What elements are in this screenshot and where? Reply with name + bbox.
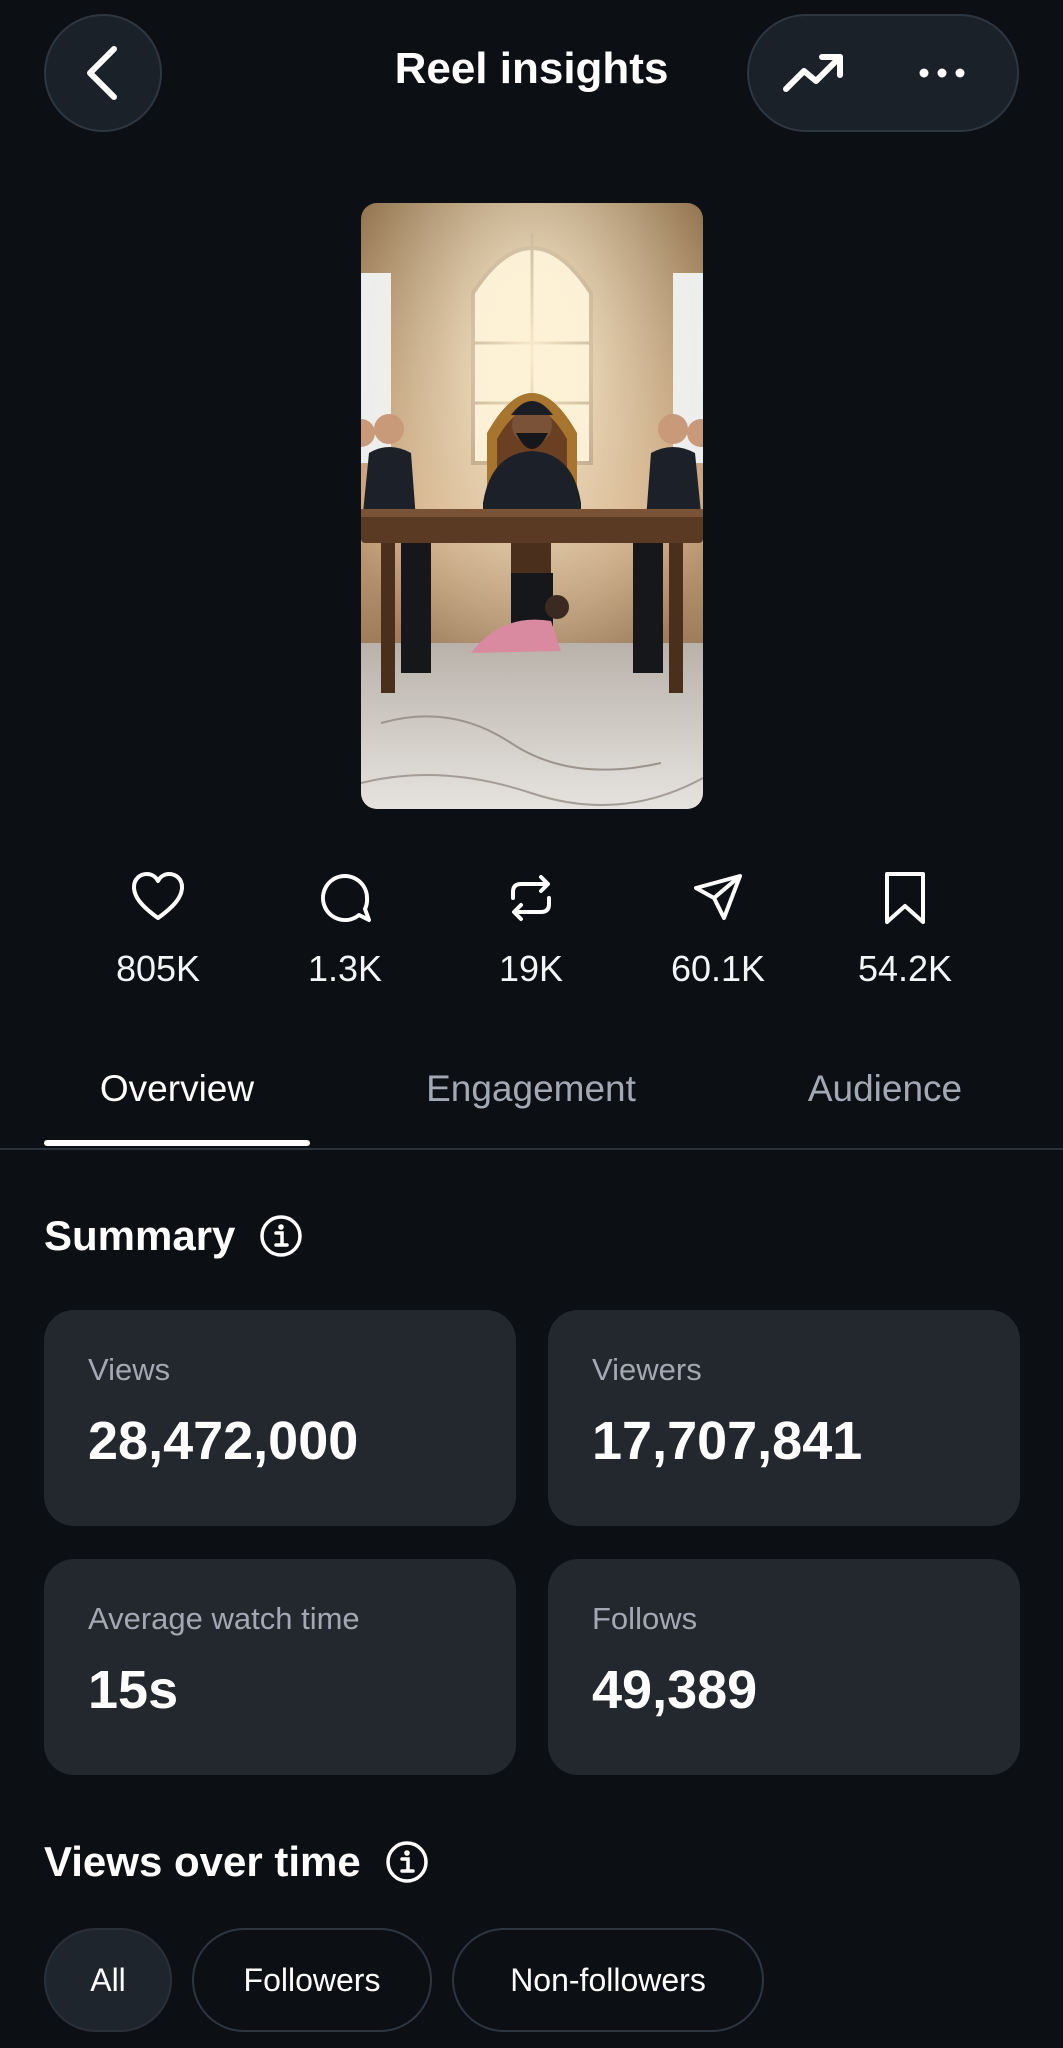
back-button[interactable] bbox=[44, 14, 162, 132]
reel-thumbnail[interactable] bbox=[361, 203, 703, 809]
insights-tabs: Overview Engagement Audience bbox=[0, 1060, 1063, 1150]
chevron-left-icon bbox=[87, 46, 117, 100]
views-value: 28,472,000 bbox=[88, 1411, 359, 1471]
header-actions bbox=[747, 14, 1019, 132]
avg-watch-time-card: Average watch time 15s bbox=[44, 1559, 516, 1775]
info-icon[interactable] bbox=[385, 1840, 429, 1884]
engagement-stats: 805K 1.3K 19K 60.1K 54.2K bbox=[0, 870, 1063, 1010]
saves-stat: 54.2K bbox=[825, 870, 985, 990]
views-over-time-section-title: Views over time bbox=[44, 1838, 429, 1886]
active-tab-indicator bbox=[44, 1140, 310, 1146]
trending-up-icon bbox=[783, 54, 843, 92]
more-options-button[interactable] bbox=[907, 38, 977, 108]
repost-icon bbox=[511, 875, 551, 921]
viewers-card: Viewers 17,707,841 bbox=[548, 1310, 1020, 1526]
summary-title: Summary bbox=[44, 1212, 236, 1259]
follows-value: 49,389 bbox=[592, 1660, 758, 1720]
trends-button[interactable] bbox=[779, 38, 849, 108]
summary-section-title: Summary bbox=[44, 1212, 303, 1260]
tab-audience[interactable]: Audience bbox=[752, 1060, 1018, 1148]
reposts-count: 19K bbox=[498, 948, 564, 989]
saves-count: 54.2K bbox=[857, 948, 953, 989]
viewers-label: Viewers bbox=[592, 1352, 702, 1387]
follows-card: Follows 49,389 bbox=[548, 1559, 1020, 1775]
follows-label: Follows bbox=[592, 1601, 698, 1636]
filter-all-chip[interactable]: All bbox=[44, 1928, 172, 2032]
avg-watch-time-label: Average watch time bbox=[88, 1601, 360, 1636]
tab-overview[interactable]: Overview bbox=[44, 1060, 310, 1148]
comments-count: 1.3K bbox=[307, 948, 383, 989]
comments-stat: 1.3K bbox=[265, 870, 425, 990]
views-card: Views 28,472,000 bbox=[44, 1310, 516, 1526]
more-horizontal-icon bbox=[919, 68, 965, 78]
share-icon bbox=[694, 874, 742, 920]
heart-icon bbox=[132, 872, 184, 920]
filter-non-followers-chip[interactable]: Non-followers bbox=[452, 1928, 764, 2032]
viewers-value: 17,707,841 bbox=[592, 1411, 863, 1471]
reel-thumbnail-image bbox=[361, 203, 703, 809]
tab-engagement[interactable]: Engagement bbox=[398, 1060, 664, 1148]
shares-stat: 60.1K bbox=[638, 870, 798, 990]
filter-followers-chip[interactable]: Followers bbox=[192, 1928, 432, 2032]
views-over-time-title: Views over time bbox=[44, 1838, 361, 1885]
reel-insights-screen: Reel insights 805K 1.3K 19K 60.1K 54.2K … bbox=[0, 0, 1063, 2048]
views-label: Views bbox=[88, 1352, 171, 1387]
bookmark-icon bbox=[885, 872, 925, 924]
avg-watch-time-value: 15s bbox=[88, 1660, 179, 1720]
comment-icon bbox=[321, 874, 371, 923]
shares-count: 60.1K bbox=[670, 948, 766, 989]
info-icon[interactable] bbox=[259, 1214, 303, 1258]
likes-count: 805K bbox=[115, 948, 201, 989]
likes-stat: 805K bbox=[78, 870, 238, 990]
reposts-stat: 19K bbox=[451, 870, 611, 990]
